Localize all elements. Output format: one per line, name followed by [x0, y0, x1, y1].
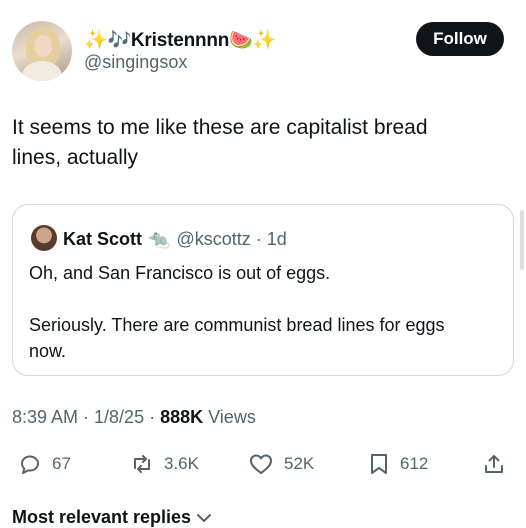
views-count: 888K	[160, 407, 204, 427]
bookmark-button[interactable]: 612	[368, 448, 428, 480]
quoted-author-badge-icon: 🐀	[148, 228, 171, 249]
quoted-tweet-header: Kat Scott 🐀 @kscottz · 1d	[63, 226, 287, 252]
follow-button[interactable]: Follow	[416, 22, 504, 56]
like-button[interactable]: 52K	[248, 448, 314, 480]
replies-sort-label: Most relevant replies	[12, 507, 192, 527]
quoted-author-meta: @kscottz · 1d	[176, 228, 287, 249]
author-handle[interactable]: @singingsox	[84, 52, 187, 73]
like-count: 52K	[284, 454, 315, 473]
chevron-down-icon	[197, 513, 212, 522]
heart-icon	[250, 454, 272, 474]
share-icon	[485, 455, 503, 473]
tweet-timestamp: 8:39 AM · 1/8/25 · 888K Views	[12, 407, 256, 428]
reply-count: 67	[52, 454, 71, 473]
avatar-face	[34, 35, 52, 57]
author-avatar[interactable]	[12, 21, 72, 81]
tweet-text: It seems to me like these are capitalist…	[12, 116, 428, 169]
quoted-tweet-text: Oh, and San Francisco is out of eggs. Se…	[29, 263, 445, 361]
share-button[interactable]	[482, 448, 506, 480]
author-name-row[interactable]: ✨🎶Kristennnn🍉✨	[84, 25, 276, 55]
timestamp-time-date[interactable]: 8:39 AM · 1/8/25 ·	[12, 407, 160, 427]
quoted-tweet[interactable]: Kat Scott 🐀 @kscottz · 1d Oh, and San Fr…	[12, 204, 514, 376]
quoted-author-avatar	[31, 225, 57, 251]
tweet-actions: 67 3.6K 52K 612	[12, 448, 512, 480]
bookmark-count: 612	[400, 454, 429, 473]
reply-icon	[21, 455, 39, 474]
author-display-name[interactable]: ✨🎶Kristennnn🍉✨	[84, 28, 276, 52]
quoted-author-name: Kat Scott	[63, 228, 143, 249]
bookmark-icon	[371, 454, 387, 474]
views-label: Views	[208, 407, 256, 427]
replies-sort-dropdown[interactable]: Most relevant replies	[12, 507, 213, 528]
scrollbar-thumb[interactable]	[520, 210, 524, 270]
reply-button[interactable]: 67	[18, 448, 71, 480]
repost-icon	[134, 455, 150, 473]
repost-button[interactable]: 3.6K	[130, 448, 199, 480]
repost-count: 3.6K	[164, 454, 199, 473]
avatar-body	[22, 61, 62, 81]
